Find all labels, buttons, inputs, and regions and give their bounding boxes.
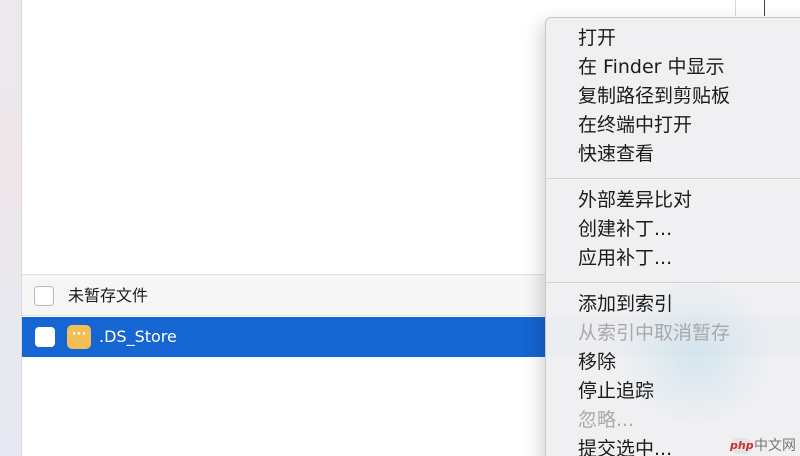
menu-item-open[interactable]: 打开 <box>578 24 616 53</box>
menu-separator <box>546 282 800 283</box>
menu-item-quick-look[interactable]: 快速查看 <box>578 140 654 169</box>
menu-item-copy-path[interactable]: 复制路径到剪贴板 <box>578 82 730 111</box>
watermark-logo: php <box>730 438 754 454</box>
menu-item-remove[interactable]: 移除 <box>578 348 616 377</box>
menu-item-unstage: 从索引中取消暂存 <box>578 322 731 344</box>
watermark-text: 中文网 <box>754 438 796 454</box>
menu-item-stop-tracking[interactable]: 停止追踪 <box>578 377 654 406</box>
scrollbar-track[interactable] <box>735 0 765 16</box>
menu-item-create-patch[interactable]: 创建补丁... <box>578 215 672 244</box>
menu-item-add-to-index[interactable]: 添加到索引 <box>578 290 673 319</box>
watermark: php 中文网 <box>730 436 796 456</box>
file-checkbox[interactable] <box>35 327 55 347</box>
ellipsis-file-icon: ··· <box>67 325 91 349</box>
menu-item-open-in-terminal[interactable]: 在终端中打开 <box>578 111 692 140</box>
menu-item-show-in-finder[interactable]: 在 Finder 中显示 <box>578 53 725 82</box>
context-menu: 打开 在 Finder 中显示 复制路径到剪贴板 在终端中打开 快速查看 外部差… <box>545 17 800 456</box>
menu-item-external-diff[interactable]: 外部差异比对 <box>578 186 692 215</box>
app-window: 未暂存文件 ··· .DS_Store 打开 在 Finder 中显示 复制路径… <box>0 0 800 456</box>
sidebar-edge <box>0 0 22 456</box>
menu-item-apply-patch[interactable]: 应用补丁... <box>578 244 672 273</box>
menu-item-ignore: 忽略... <box>578 409 635 431</box>
menu-item-commit-selected[interactable]: 提交选中... <box>578 435 672 456</box>
menu-separator <box>546 178 800 179</box>
select-all-unstaged-checkbox[interactable] <box>34 286 54 306</box>
file-name: .DS_Store <box>99 327 177 346</box>
unstaged-files-label: 未暂存文件 <box>68 286 149 305</box>
